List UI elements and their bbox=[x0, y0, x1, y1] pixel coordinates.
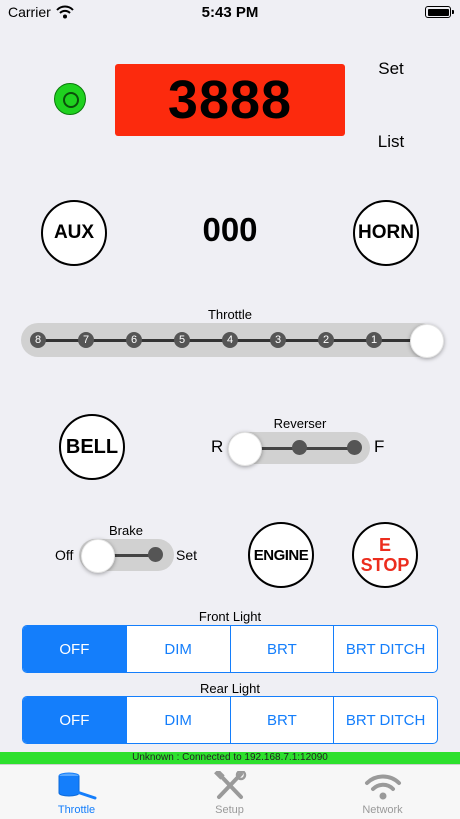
throttle-slider[interactable]: 8 7 6 5 4 3 2 1 bbox=[21, 323, 444, 358]
connection-status-light bbox=[54, 83, 86, 115]
engine-button[interactable]: ENGINE bbox=[248, 522, 314, 588]
brake-off-label: Off bbox=[55, 547, 74, 563]
front-light-label: Front Light bbox=[198, 609, 262, 624]
throttle-notch: 8 bbox=[30, 332, 46, 348]
set-button[interactable]: Set bbox=[366, 59, 416, 79]
rear-light-brt-ditch[interactable]: BRT DITCH bbox=[333, 697, 437, 743]
throttle-notch: 5 bbox=[174, 332, 190, 348]
throttle-notch: 3 bbox=[270, 332, 286, 348]
brake-thumb[interactable] bbox=[81, 539, 115, 573]
bell-button[interactable]: BELL bbox=[59, 414, 125, 480]
front-light-dim[interactable]: DIM bbox=[125, 626, 230, 672]
rear-light-label: Rear Light bbox=[200, 681, 260, 696]
tools-icon bbox=[214, 771, 247, 799]
brake-label: Brake bbox=[109, 523, 143, 538]
tab-throttle-label: Throttle bbox=[57, 804, 96, 816]
throttle-notch: 2 bbox=[318, 332, 334, 348]
throttle-notch: 7 bbox=[78, 332, 94, 348]
throttle-icon bbox=[58, 772, 97, 800]
estop-line-2: STOP bbox=[360, 555, 410, 575]
connection-status-bar: Unknown : Connected to 192.168.7.1:12090 bbox=[0, 752, 460, 764]
reverser-neutral-dot bbox=[292, 440, 307, 455]
front-light-control[interactable]: OFF DIM BRT BRT DITCH bbox=[22, 625, 438, 673]
clock: 5:43 PM bbox=[201, 4, 259, 21]
emergency-stop-button[interactable]: E STOP bbox=[352, 522, 418, 588]
rear-light-control[interactable]: OFF DIM BRT BRT DITCH bbox=[22, 696, 438, 744]
reverser-thumb[interactable] bbox=[228, 432, 262, 466]
brake-set-label: Set bbox=[176, 547, 198, 563]
reverser-r-label: R bbox=[211, 437, 224, 456]
tab-bar: Throttle Setup Network bbox=[0, 764, 460, 819]
tab-network[interactable]: Network bbox=[306, 765, 459, 819]
reverser-f-label: F bbox=[374, 437, 385, 456]
rear-light-off[interactable]: OFF bbox=[23, 697, 126, 743]
list-button[interactable]: List bbox=[366, 132, 416, 152]
reverser-slider[interactable] bbox=[228, 432, 370, 466]
front-light-brt[interactable]: BRT bbox=[229, 626, 334, 672]
tab-network-label: Network bbox=[362, 804, 403, 816]
battery-icon bbox=[425, 6, 454, 18]
reverser-forward-dot bbox=[347, 440, 362, 455]
wifi-icon bbox=[365, 774, 401, 800]
throttle-notch: 1 bbox=[366, 332, 382, 348]
tab-throttle[interactable]: Throttle bbox=[0, 765, 153, 819]
horn-button[interactable]: HORN bbox=[353, 200, 419, 266]
brake-set-dot bbox=[148, 547, 163, 562]
loco-address-display[interactable]: 3888 bbox=[115, 64, 345, 136]
estop-line-1: E bbox=[378, 535, 391, 555]
front-light-off[interactable]: OFF bbox=[23, 626, 126, 672]
rear-light-brt[interactable]: BRT bbox=[229, 697, 334, 743]
loco-address: 3888 bbox=[167, 70, 293, 130]
throttle-notch: 6 bbox=[126, 332, 142, 348]
tab-setup[interactable]: Setup bbox=[153, 765, 306, 819]
brake-slider[interactable] bbox=[79, 539, 174, 573]
reverser-label: Reverser bbox=[273, 416, 327, 431]
rear-light-dim[interactable]: DIM bbox=[125, 697, 230, 743]
throttle-label: Throttle bbox=[207, 307, 253, 322]
throttle-notch: 4 bbox=[222, 332, 238, 348]
aux-button[interactable]: AUX bbox=[41, 200, 107, 266]
tab-setup-label: Setup bbox=[215, 804, 244, 816]
front-light-brt-ditch[interactable]: BRT DITCH bbox=[333, 626, 437, 672]
speed-readout: 000 bbox=[202, 211, 258, 248]
throttle-thumb[interactable] bbox=[410, 324, 444, 358]
